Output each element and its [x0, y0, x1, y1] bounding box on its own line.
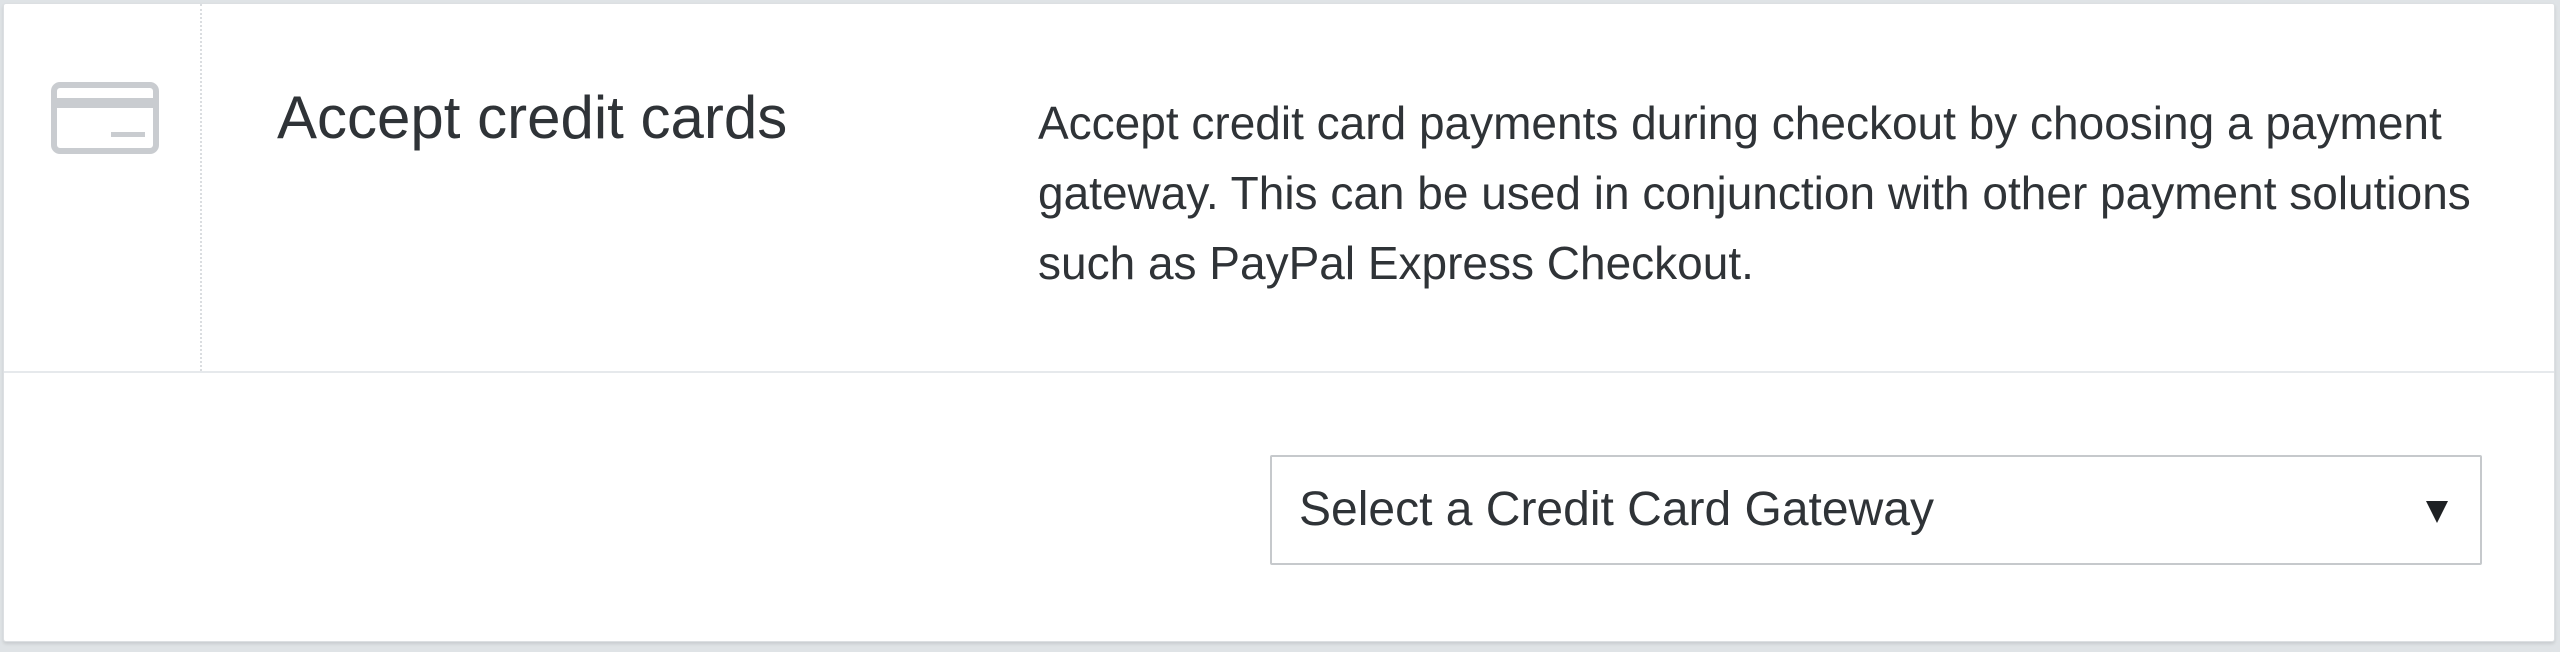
feature-title: Accept credit cards	[277, 84, 788, 151]
payment-option-header: Accept credit cards Accept credit card p…	[4, 4, 2554, 373]
feature-description: Accept credit card payments during check…	[1038, 97, 2471, 289]
credit-card-gateway-select[interactable]: Select a Credit Card Gateway	[1270, 455, 2482, 565]
gateway-select-value: Select a Credit Card Gateway	[1299, 483, 1934, 536]
icon-column	[4, 4, 202, 371]
credit-card-icon	[51, 82, 159, 154]
payment-option-card: Accept credit cards Accept credit card p…	[3, 3, 2555, 642]
caret-down-icon	[2426, 501, 2448, 523]
